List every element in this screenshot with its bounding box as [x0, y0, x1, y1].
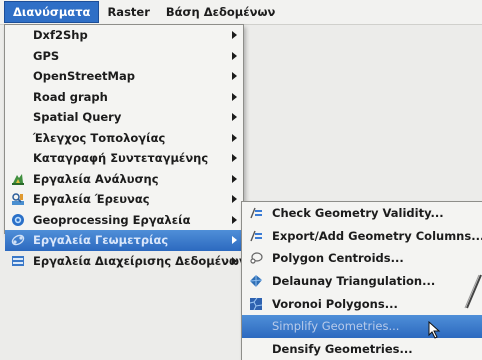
menu-item-label: Έλεγχος Τοπολογίας — [33, 130, 166, 145]
submenu-arrow-icon — [232, 133, 237, 142]
menu-item-label: Εργαλεία Ανάλυσης — [33, 171, 159, 186]
menu-item-analysis-tools[interactable]: Εργαλεία Ανάλυσης — [5, 169, 243, 190]
menu-item-label: GPS — [33, 48, 60, 63]
menu-item-voronoi-polygons[interactable]: Voronoi Polygons... — [242, 292, 482, 315]
submenu-arrow-icon — [232, 154, 237, 163]
submenu-arrow-icon — [232, 113, 237, 122]
simplify-icon — [249, 319, 263, 333]
menu-item-label: Εργαλεία Έρευνας — [33, 192, 150, 207]
menu-item-polygon-centroids[interactable]: Polygon Centroids... — [242, 247, 482, 270]
data-management-icon — [12, 255, 24, 266]
analysis-icon — [12, 173, 24, 185]
menu-item-openstreetmap[interactable]: OpenStreetMap — [5, 66, 243, 87]
menu-item-label: Check Geometry Validity... — [272, 206, 444, 221]
menu-item-research-tools[interactable]: Εργαλεία Έρευνας — [5, 189, 243, 210]
menu-item-gps[interactable]: GPS — [5, 46, 243, 67]
menu-item-geometry-tools[interactable]: Εργαλεία Γεωμετρίας — [5, 230, 243, 251]
submenu-arrow-icon — [232, 31, 237, 40]
menu-item-label: Road graph — [33, 89, 108, 104]
submenu-arrow-icon — [232, 236, 237, 245]
polygon-centroids-icon — [250, 252, 263, 265]
voronoi-icon — [249, 297, 263, 310]
menu-item-label: Εργαλεία Γεωμετρίας — [33, 233, 169, 248]
vector-dropdown-menu: Dxf2Shp GPS OpenStreetMap Road graph Spa… — [4, 24, 247, 268]
menu-raster[interactable]: Raster — [99, 0, 157, 24]
research-icon — [12, 193, 24, 206]
menu-item-label: Dxf2Shp — [33, 28, 88, 43]
menu-item-densify-geometries[interactable]: Densify Geometries... — [242, 338, 482, 360]
menu-item-coordinate-capture[interactable]: Καταγραφή Συντεταγμένης — [5, 148, 243, 169]
menu-item-spatial-query[interactable]: Spatial Query — [5, 107, 243, 128]
submenu-arrow-icon — [232, 256, 237, 265]
menu-item-label: OpenStreetMap — [33, 69, 135, 84]
geometry-icon — [11, 235, 25, 246]
menu-item-geoprocessing[interactable]: Geoprocessing Εργαλεία — [5, 210, 243, 231]
menu-item-label: Εργαλεία Διαχείρισης Δεδομένων — [33, 253, 247, 268]
menu-item-label: Καταγραφή Συντεταγμένης — [33, 151, 209, 166]
menu-item-delaunay-triangulation[interactable]: Delaunay Triangulation... — [242, 270, 482, 293]
menu-item-topology-check[interactable]: Έλεγχος Τοπολογίας — [5, 128, 243, 149]
submenu-arrow-icon — [232, 92, 237, 101]
menu-item-road-graph[interactable]: Road graph — [5, 87, 243, 108]
submenu-arrow-icon — [232, 215, 237, 224]
delaunay-icon — [249, 275, 263, 288]
menu-item-label: Voronoi Polygons... — [272, 296, 398, 311]
geoprocessing-icon — [12, 213, 24, 226]
menu-item-dxf2shp[interactable]: Dxf2Shp — [5, 25, 243, 46]
submenu-arrow-icon — [232, 72, 237, 81]
menu-item-label: Polygon Centroids... — [272, 251, 404, 266]
pen-icon — [464, 274, 482, 309]
check-geometry-icon — [250, 208, 262, 219]
menu-item-check-geometry-validity[interactable]: Check Geometry Validity... — [242, 202, 482, 225]
densify-icon — [249, 342, 263, 356]
menu-vector[interactable]: Διανύσματα — [4, 1, 100, 23]
menu-database[interactable]: Βάση Δεδομένων — [158, 0, 283, 24]
export-geometry-icon — [250, 230, 262, 242]
mouse-cursor-icon — [428, 321, 441, 339]
menu-item-label: Geoprocessing Εργαλεία — [33, 212, 191, 227]
menu-item-label: Delaunay Triangulation... — [272, 274, 436, 289]
menu-item-label: Spatial Query — [33, 110, 122, 125]
menu-item-export-add-geometry-columns[interactable]: Export/Add Geometry Columns... — [242, 225, 482, 248]
submenu-arrow-icon — [232, 174, 237, 183]
menu-bar: Διανύσματα Raster Βάση Δεδομένων — [0, 0, 482, 25]
menu-item-label: Densify Geometries... — [272, 341, 413, 356]
submenu-arrow-icon — [232, 51, 237, 60]
menu-item-label: Simplify Geometries... — [272, 319, 400, 334]
menu-item-simplify-geometries[interactable]: Simplify Geometries... — [242, 314, 482, 338]
geometry-tools-submenu: Check Geometry Validity... Export/Add Ge… — [241, 201, 482, 360]
menu-item-label: Export/Add Geometry Columns... — [272, 228, 482, 243]
submenu-arrow-icon — [232, 195, 237, 204]
menu-item-data-management-tools[interactable]: Εργαλεία Διαχείρισης Δεδομένων — [5, 251, 247, 272]
